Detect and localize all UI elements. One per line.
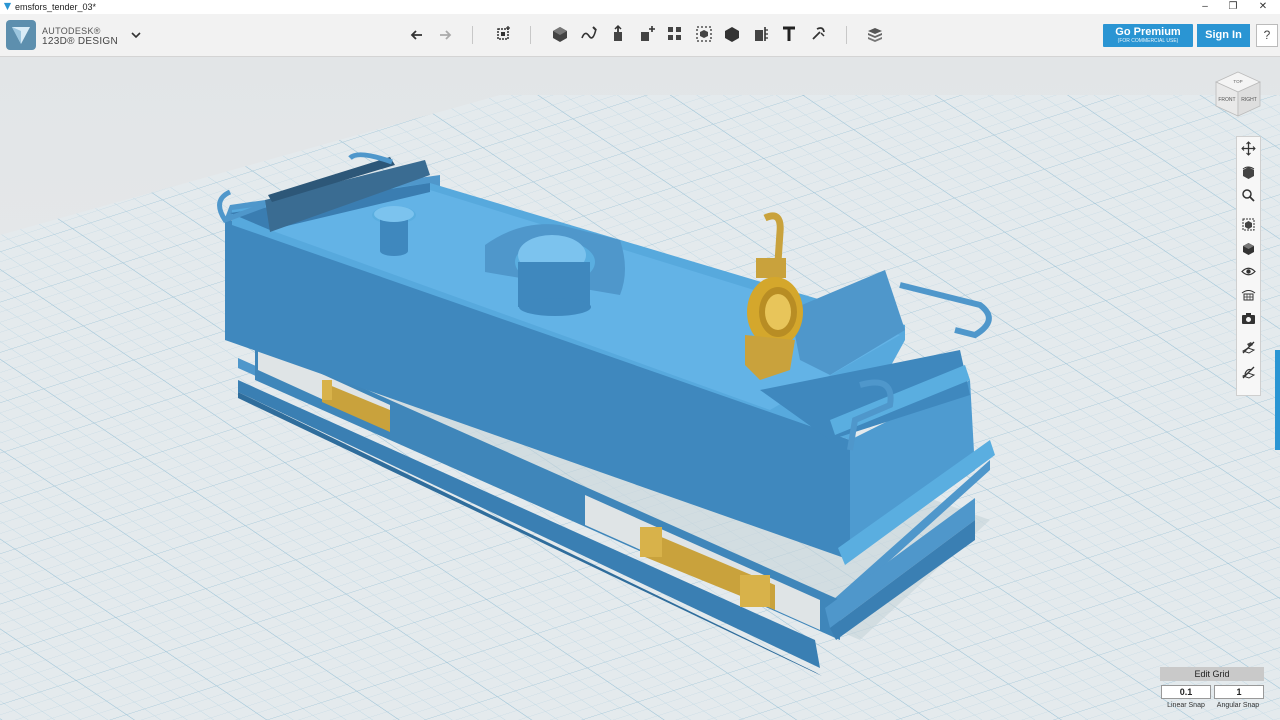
- orbit-icon[interactable]: [1241, 165, 1256, 180]
- viewcube-top-label: TOP: [1233, 79, 1242, 84]
- maximize-button[interactable]: ❐: [1218, 0, 1248, 14]
- window-title: emsfors_tender_03*: [15, 2, 97, 12]
- navigation-bar: [1236, 136, 1261, 396]
- edit-grid-button[interactable]: Edit Grid: [1160, 667, 1264, 681]
- measure-icon[interactable]: [751, 24, 771, 44]
- materials-outlines-icon[interactable]: [1241, 287, 1256, 302]
- close-button[interactable]: ✕: [1248, 0, 1278, 14]
- screenshot-icon[interactable]: [1241, 311, 1256, 326]
- app-icon: [3, 2, 12, 11]
- toolbar-divider: [530, 26, 531, 44]
- help-button[interactable]: ?: [1256, 24, 1278, 47]
- toolbar-divider: [846, 26, 847, 44]
- linear-snap-label: Linear Snap: [1167, 702, 1205, 709]
- viewcube-front-label: FRONT: [1218, 97, 1235, 103]
- view-cube[interactable]: TOP FRONT RIGHT: [1212, 70, 1264, 122]
- viewcube-right-label: RIGHT: [1241, 97, 1257, 103]
- go-premium-button[interactable]: Go Premium (FOR COMMERCIAL USE): [1103, 24, 1193, 47]
- undo-icon[interactable]: [407, 24, 427, 44]
- combine-icon[interactable]: [722, 24, 742, 44]
- angular-snap-input[interactable]: 1: [1214, 685, 1264, 699]
- zoom-icon[interactable]: [1241, 188, 1256, 203]
- grouping-icon[interactable]: [694, 24, 714, 44]
- modify-icon[interactable]: [637, 24, 657, 44]
- view-mode-icon[interactable]: [1241, 241, 1256, 256]
- window-titlebar: emsfors_tender_03* – ❐ ✕: [0, 0, 1280, 14]
- text-icon[interactable]: [779, 24, 799, 44]
- toolbar-divider: [472, 26, 473, 44]
- brand-autodesk: AUTODESK®: [42, 26, 101, 36]
- angular-snap-label: Angular Snap: [1216, 702, 1260, 709]
- main-toolbar: AUTODESK® 123D® DESIGN Go Premium (FOR C…: [0, 14, 1280, 57]
- sign-in-button[interactable]: Sign In: [1197, 24, 1250, 47]
- go-premium-label: Go Premium: [1115, 26, 1181, 38]
- chevron-down-icon[interactable]: [130, 29, 142, 41]
- side-panel-tab[interactable]: [1275, 350, 1280, 450]
- primitives-icon[interactable]: [550, 24, 570, 44]
- app-logo-icon: [6, 20, 36, 50]
- pattern-icon[interactable]: [665, 24, 685, 44]
- fit-icon[interactable]: [1241, 217, 1256, 232]
- redo-icon[interactable]: [435, 24, 455, 44]
- go-premium-sublabel: (FOR COMMERCIAL USE): [1117, 38, 1179, 44]
- material-icon[interactable]: [865, 24, 885, 44]
- snap-icon[interactable]: [808, 24, 828, 44]
- edit-grid-panel: Edit Grid 0.1 1 Linear Snap Angular Snap: [1160, 667, 1264, 715]
- snap-toggle-icon[interactable]: [1241, 365, 1256, 380]
- brand-product: 123D® DESIGN: [42, 36, 118, 47]
- transform-icon[interactable]: [493, 24, 513, 44]
- sketch-icon[interactable]: [579, 24, 599, 44]
- grid-toggle-icon[interactable]: [1241, 340, 1256, 355]
- construct-icon[interactable]: [608, 24, 628, 44]
- 3d-viewport[interactable]: [0, 57, 1280, 720]
- linear-snap-input[interactable]: 0.1: [1161, 685, 1211, 699]
- minimize-button[interactable]: –: [1190, 0, 1220, 14]
- visibility-icon[interactable]: [1241, 264, 1256, 279]
- pan-icon[interactable]: [1241, 141, 1256, 156]
